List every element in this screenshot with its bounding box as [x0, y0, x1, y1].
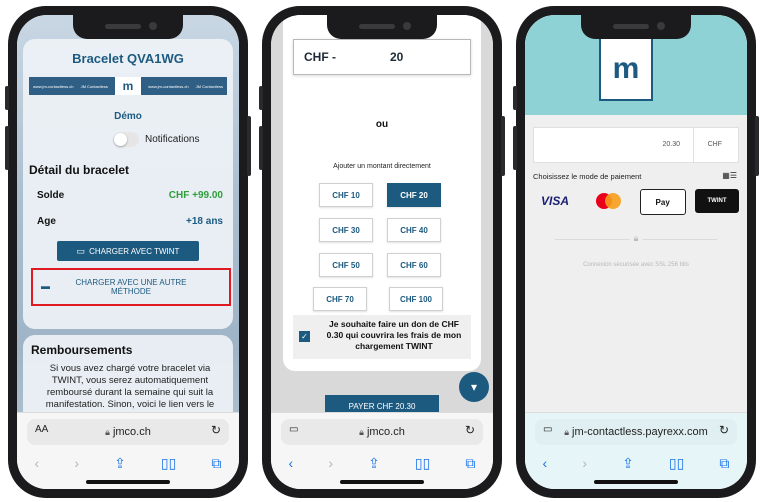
credit-card-icon: ▬ [41, 281, 50, 291]
banner-brand-text: JM Contactless [80, 83, 108, 89]
twint-method[interactable]: TWINT [694, 189, 739, 213]
bracelet-title: Bracelet QVA1WG [72, 51, 184, 66]
balance-row: Solde CHF +99.00 [37, 190, 223, 201]
back-icon[interactable]: ‹ [35, 455, 40, 471]
safari-toolbar-2: ▭ 🔒︎ jmco.ch ↻ ‹ › ⇪ ▯▯ ⧉ [271, 412, 493, 489]
bookmarks-icon[interactable]: ▯▯ [669, 455, 684, 472]
phone-3: m 20.30 CHF Choisissez le mode de paieme… [513, 6, 759, 498]
donation-box: ✓ Je souhaite faire un don de CHF 0.30 q… [293, 315, 471, 359]
reader-icon[interactable]: ▭ [543, 424, 552, 435]
amount-option-100[interactable]: CHF 100 [389, 287, 443, 311]
charge-twint-label: CHARGER AVEC TWINT [89, 246, 180, 256]
tabs-icon[interactable]: ⧉ [719, 455, 729, 472]
payment-amount: 20.30 [662, 141, 680, 148]
amount-modal: CHF - 20 ou Ajouter un montant directeme… [283, 15, 481, 371]
payment-currency: CHF [707, 141, 722, 148]
lock-icon: 🔒︎ [629, 233, 643, 244]
amount-option-10[interactable]: CHF 10 [319, 183, 373, 207]
donation-text: Je souhaite faire un don de CHF 0.30 qui… [326, 319, 462, 351]
amount-option-20[interactable]: CHF 20 [387, 183, 441, 207]
screen-3: m 20.30 CHF Choisissez le mode de paieme… [525, 15, 747, 489]
or-label: ou [375, 119, 389, 130]
safari-toolbar-3: ▭ 🔒︎ jm-contactless.payrexx.com ↻ ‹ › ⇪ … [525, 412, 747, 489]
direct-amount-label: Ajouter un montant directement [333, 163, 431, 170]
balance-label: Solde [37, 190, 65, 201]
banner-website-text: www.jm-contactless.ch [33, 83, 74, 89]
reload-icon[interactable]: ↻ [211, 423, 221, 437]
lock-icon: 🔒︎ [359, 426, 364, 437]
mastercard-method[interactable] [586, 189, 630, 213]
apple-pay-method[interactable]: Pay [639, 189, 686, 215]
address-bar[interactable]: ▭ 🔒︎ jm-contactless.payrexx.com ↻ [535, 419, 737, 445]
forward-icon[interactable]: › [328, 455, 333, 471]
age-value: +18 ans [186, 216, 223, 227]
phone-1: Bracelet QVA1WG www.jm-contactless.ch JM… [5, 6, 251, 498]
url-text: jmco.ch [366, 426, 405, 438]
refund-heading: Remboursements [31, 343, 133, 357]
jm-logo-icon: m [599, 37, 653, 101]
share-icon[interactable]: ⇪ [114, 455, 126, 472]
back-icon[interactable]: ‹ [543, 455, 548, 471]
payment-methods: VISA Pay TWINT [533, 189, 739, 215]
safari-toolbar-1: AA 🔒︎ jmco.ch ↻ ‹ › ⇪ ▯▯ ⧉ [17, 412, 239, 489]
lock-icon: 🔒︎ [564, 426, 570, 437]
banner-brand-text-2: JM Contactless [195, 83, 223, 89]
reader-icon[interactable]: ▭ [289, 424, 298, 435]
detail-heading: Détail du bracelet [29, 163, 130, 177]
tabs-icon[interactable]: ⧉ [465, 455, 475, 472]
twint-label: TWINT [707, 198, 727, 204]
donation-checkbox[interactable]: ✓ [299, 331, 310, 342]
secure-connection-text: Connexion sécurisée avec SSL 256 bits [583, 262, 689, 268]
share-icon[interactable]: ⇪ [368, 455, 380, 472]
text-size-button[interactable]: AA [35, 424, 48, 435]
amount-option-30[interactable]: CHF 30 [319, 218, 373, 242]
screen-2: CHF - 20 ou Ajouter un montant directeme… [271, 15, 493, 489]
bookmarks-icon[interactable]: ▯▯ [161, 455, 176, 472]
chevron-down-icon[interactable]: ▾ [459, 372, 489, 402]
url-text: jmco.ch [112, 426, 151, 438]
grid-view-icon[interactable]: ▦☰ [722, 171, 737, 180]
visa-method[interactable]: VISA [533, 189, 577, 213]
amount-field[interactable]: CHF - 20 [293, 39, 471, 75]
reload-icon[interactable]: ↻ [719, 423, 729, 437]
divider: 🔒︎ [555, 233, 717, 244]
demo-label: Démo [114, 111, 142, 122]
age-row: Age +18 ans [37, 216, 223, 227]
amount-option-60[interactable]: CHF 60 [387, 253, 441, 277]
amount-option-40[interactable]: CHF 40 [387, 218, 441, 242]
screen-1: Bracelet QVA1WG www.jm-contactless.ch JM… [17, 15, 239, 489]
forward-icon[interactable]: › [582, 455, 587, 471]
amount-value: 20 [390, 50, 404, 64]
banner-website-text-2: www.jm-contactless.ch [148, 83, 189, 89]
other-method-line2: MÉTHODE [111, 287, 151, 296]
balance-value: CHF +99.00 [168, 190, 223, 201]
amount-option-50[interactable]: CHF 50 [319, 253, 373, 277]
reload-icon[interactable]: ↻ [465, 423, 475, 437]
amount-currency: CHF - [304, 50, 336, 64]
choose-method-label: Choisissez le mode de paiement [533, 172, 642, 181]
payment-amount-field: 20.30 CHF [533, 127, 739, 163]
amount-option-70[interactable]: CHF 70 [313, 287, 367, 311]
bookmarks-icon[interactable]: ▯▯ [415, 455, 430, 472]
charge-other-method-button[interactable]: ▬ CHARGER AVEC UNE AUTRE MÉTHODE [31, 268, 231, 306]
apple-pay-label: Pay [655, 197, 670, 207]
notifications-toggle[interactable] [113, 132, 139, 147]
age-label: Age [37, 216, 56, 227]
share-icon[interactable]: ⇪ [622, 455, 634, 472]
url-text: jm-contactless.payrexx.com [572, 426, 708, 438]
lock-icon: 🔒︎ [105, 426, 110, 437]
address-bar[interactable]: AA 🔒︎ jmco.ch ↻ [27, 419, 229, 445]
tabs-icon[interactable]: ⧉ [211, 455, 221, 472]
phone-2: CHF - 20 ou Ajouter un montant directeme… [259, 6, 505, 498]
card-icon: ▭ [76, 245, 86, 256]
forward-icon[interactable]: › [74, 455, 79, 471]
back-icon[interactable]: ‹ [289, 455, 294, 471]
notifications-label: Notifications [145, 134, 200, 145]
jm-logo-icon: m [115, 77, 141, 95]
other-method-line1: CHARGER AVEC UNE AUTRE [75, 278, 187, 287]
charge-twint-button[interactable]: ▭ CHARGER AVEC TWINT [57, 241, 199, 261]
brand-banner: www.jm-contactless.ch JM Contactless m w… [29, 77, 227, 95]
address-bar[interactable]: ▭ 🔒︎ jmco.ch ↻ [281, 419, 483, 445]
